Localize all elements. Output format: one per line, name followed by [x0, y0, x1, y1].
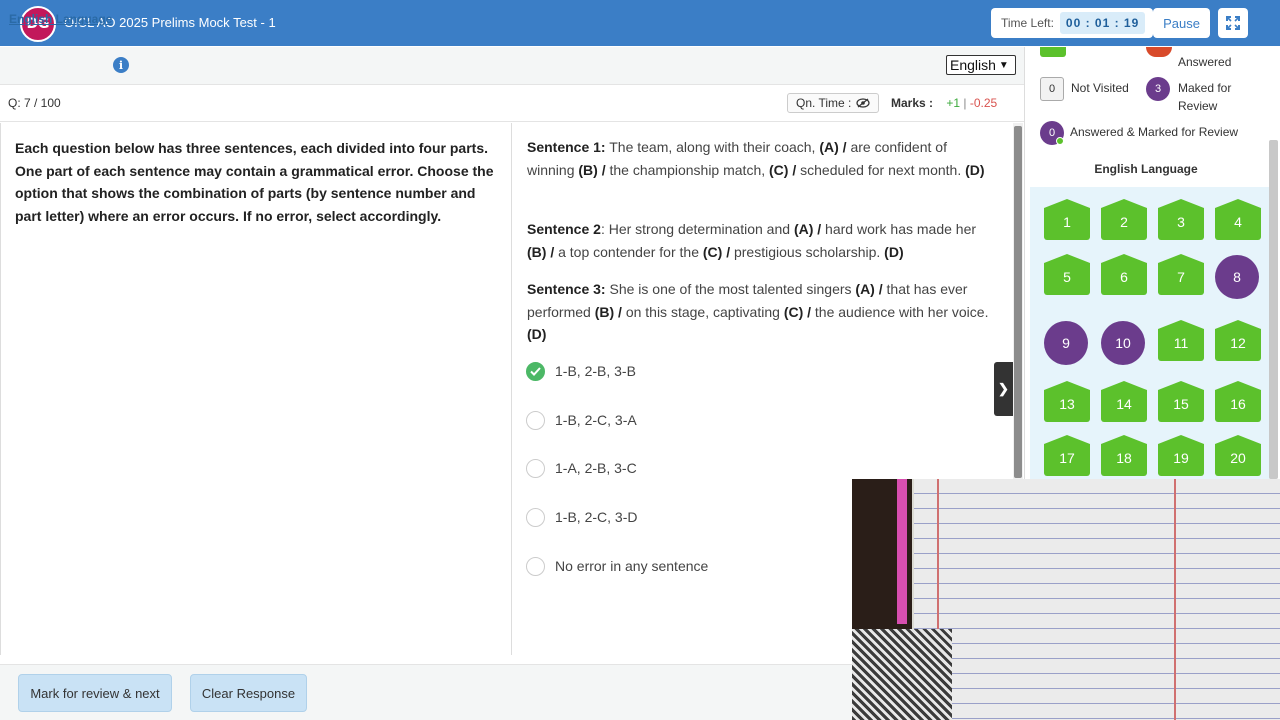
radio-icon[interactable]	[526, 410, 545, 430]
sentence-label: Sentence 3:	[527, 281, 606, 297]
sentence-3: Sentence 3: She is one of the most talen…	[527, 281, 989, 342]
option-label: 1-A, 2-B, 3-C	[555, 460, 637, 476]
answered-tick-icon	[1056, 137, 1064, 145]
radio-checked-icon[interactable]	[526, 361, 545, 381]
section-tab-english[interactable]: English Language	[9, 12, 112, 26]
option-label: 1-B, 2-C, 3-D	[555, 509, 638, 525]
sentence-label: Sentence 1:	[527, 139, 606, 155]
option-3[interactable]: 1-A, 2-B, 3-C	[526, 457, 637, 479]
option-4[interactable]: 1-B, 2-C, 3-D	[526, 506, 637, 528]
time-left-value: 00 : 01 : 19	[1059, 12, 1146, 34]
expand-icon	[1226, 16, 1240, 30]
marks-separator: |	[960, 96, 970, 110]
chevron-right-icon: ❯	[998, 381, 1009, 396]
radio-icon[interactable]	[526, 556, 545, 576]
marks-negative: -0.25	[969, 96, 998, 110]
legend-not-visited-label: Not Visited	[1071, 81, 1129, 95]
palette-question-9[interactable]: 9	[1044, 321, 1088, 365]
question-scrollbar-thumb[interactable]	[1014, 126, 1022, 478]
palette-question-8[interactable]: 8	[1215, 255, 1259, 299]
sentence-label: Sentence 2	[527, 221, 601, 237]
qn-time-label: Qn. Time :	[796, 96, 852, 110]
language-select[interactable]: English ▼	[946, 55, 1016, 75]
check-icon	[530, 366, 541, 376]
time-left-label: Time Left:	[1001, 16, 1054, 30]
pause-button[interactable]: Pause	[1153, 8, 1210, 38]
marks-info: Marks : +1 | -0.25	[891, 96, 997, 110]
sentence-2: Sentence 2: Her strong determination and…	[527, 221, 977, 260]
question-time[interactable]: Qn. Time :	[787, 93, 880, 113]
timer: Time Left: 00 : 01 : 19	[991, 8, 1154, 38]
legend-not-answered-label: Answered	[1178, 55, 1232, 69]
legend-answered-marked-label: Answered & Marked for Review	[1070, 125, 1239, 139]
palette-section-title: English Language	[1094, 162, 1198, 176]
question-number: Q: 7 / 100	[8, 96, 61, 110]
eye-slash-icon	[856, 98, 870, 108]
cloth-pattern	[852, 629, 952, 720]
info-icon[interactable]: i	[113, 57, 129, 73]
option-label: 1-B, 2-C, 3-A	[555, 412, 637, 428]
marks-label: Marks :	[891, 96, 934, 110]
marked-count: 3	[1146, 77, 1170, 101]
option-5[interactable]: No error in any sentence	[526, 555, 708, 577]
radio-icon[interactable]	[526, 507, 545, 527]
palette-scrollbar[interactable]	[1269, 140, 1278, 479]
clear-response-button[interactable]: Clear Response	[190, 674, 307, 712]
collapse-palette-button[interactable]: ❯	[994, 362, 1013, 416]
sentence-1: Sentence 1: The team, along with their c…	[527, 139, 985, 178]
webcam-notebook-photo	[852, 479, 1280, 720]
answered-legend-icon	[1040, 47, 1066, 57]
marks-positive: +1	[946, 96, 961, 110]
section-bar	[0, 47, 1024, 85]
notebook-paper	[914, 479, 1280, 720]
language-value: English	[950, 57, 996, 73]
directions-text: Each question below has three sentences,…	[15, 140, 494, 224]
radio-icon[interactable]	[526, 458, 545, 478]
option-2[interactable]: 1-B, 2-C, 3-A	[526, 409, 637, 431]
palette-question-10[interactable]: 10	[1101, 321, 1145, 365]
chevron-down-icon: ▼	[998, 59, 1009, 71]
option-1[interactable]: 1-B, 2-B, 3-B	[526, 360, 636, 382]
fullscreen-button[interactable]	[1218, 8, 1248, 38]
option-label: No error in any sentence	[555, 558, 709, 574]
not-visited-count: 0	[1040, 77, 1064, 101]
legend-marked-label: Maked for Review	[1178, 81, 1232, 113]
option-label: 1-B, 2-B, 3-B	[555, 363, 636, 379]
mark-for-review-next-button[interactable]: Mark for review & next	[18, 674, 172, 712]
